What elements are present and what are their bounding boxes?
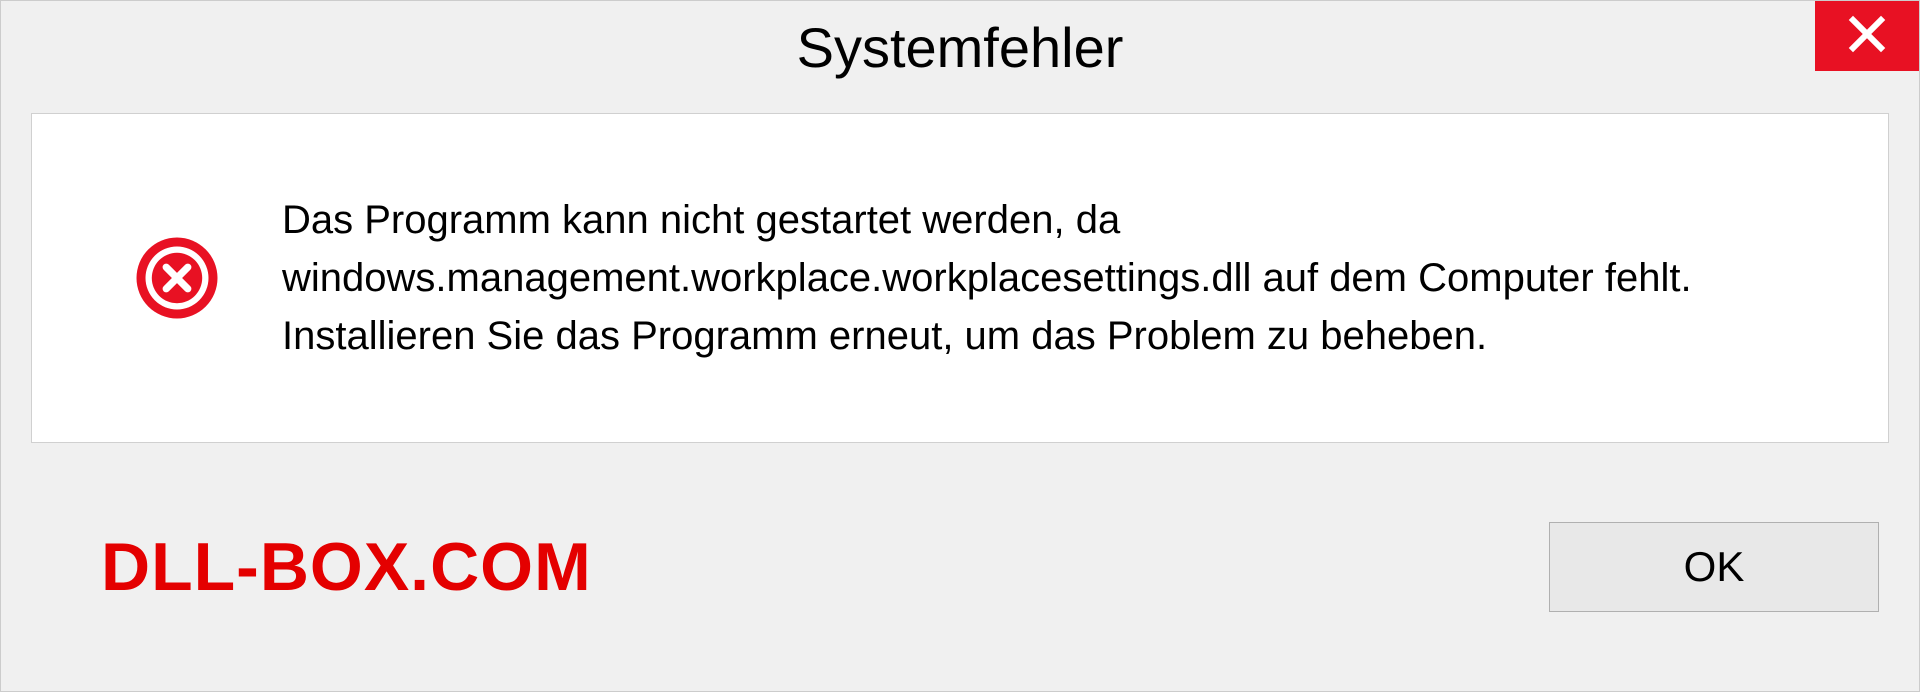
close-button[interactable] [1815, 1, 1919, 71]
ok-button[interactable]: OK [1549, 522, 1879, 612]
error-icon [132, 233, 222, 323]
dialog-footer: DLL-BOX.COM OK [1, 443, 1919, 691]
error-message: Das Programm kann nicht gestartet werden… [282, 191, 1828, 365]
close-icon [1847, 14, 1887, 59]
error-dialog: Systemfehler Das Programm kann nicht ges… [0, 0, 1920, 692]
content-panel: Das Programm kann nicht gestartet werden… [31, 113, 1889, 443]
titlebar: Systemfehler [1, 1, 1919, 93]
watermark-text: DLL-BOX.COM [101, 528, 592, 606]
dialog-title: Systemfehler [797, 15, 1124, 80]
